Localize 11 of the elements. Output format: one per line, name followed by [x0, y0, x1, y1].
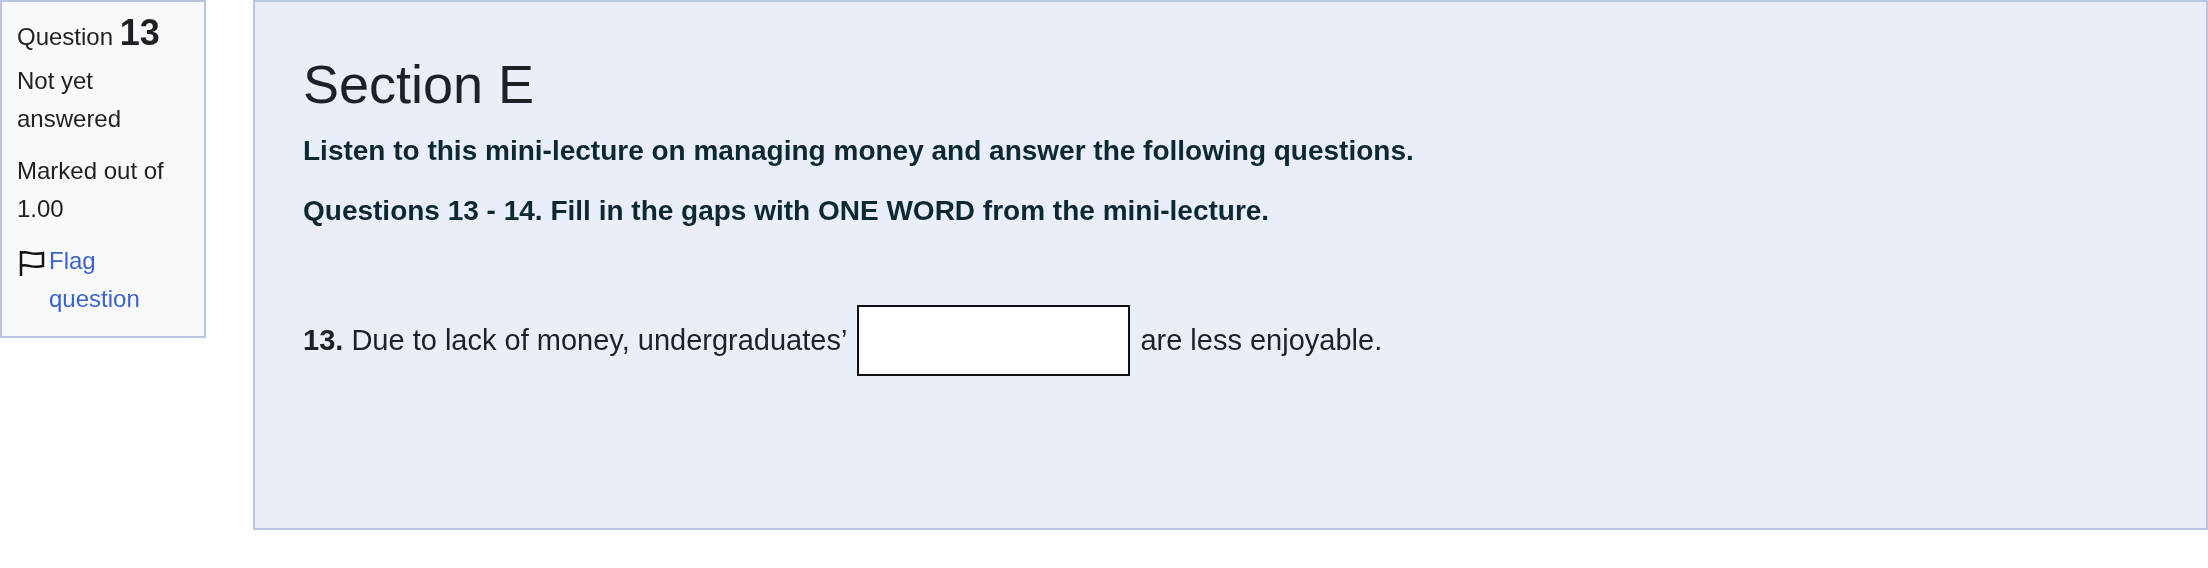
instruction-text: Listen to this mini-lecture on managing money and answer the following questions.: [303, 134, 1415, 167]
question-mark: Marked out of 1.00: [17, 156, 165, 224]
question-text: are less enjoyable.: [1140, 323, 1383, 357]
flag-question-link[interactable]: Flag question: [49, 242, 159, 318]
instruction-text: Questions 13 - 14. Fill in the gaps with ONE WORD from the mini-lecture.: [303, 194, 1271, 227]
flag-icon[interactable]: [17, 248, 47, 278]
question-number: Question 13: [17, 14, 161, 55]
question-status: Not yet answered: [17, 66, 123, 134]
question-text: 13. Due to lack of money, undergraduates’: [303, 323, 848, 357]
answer-field[interactable]: [857, 304, 1131, 376]
section-title: Section E: [303, 53, 536, 116]
